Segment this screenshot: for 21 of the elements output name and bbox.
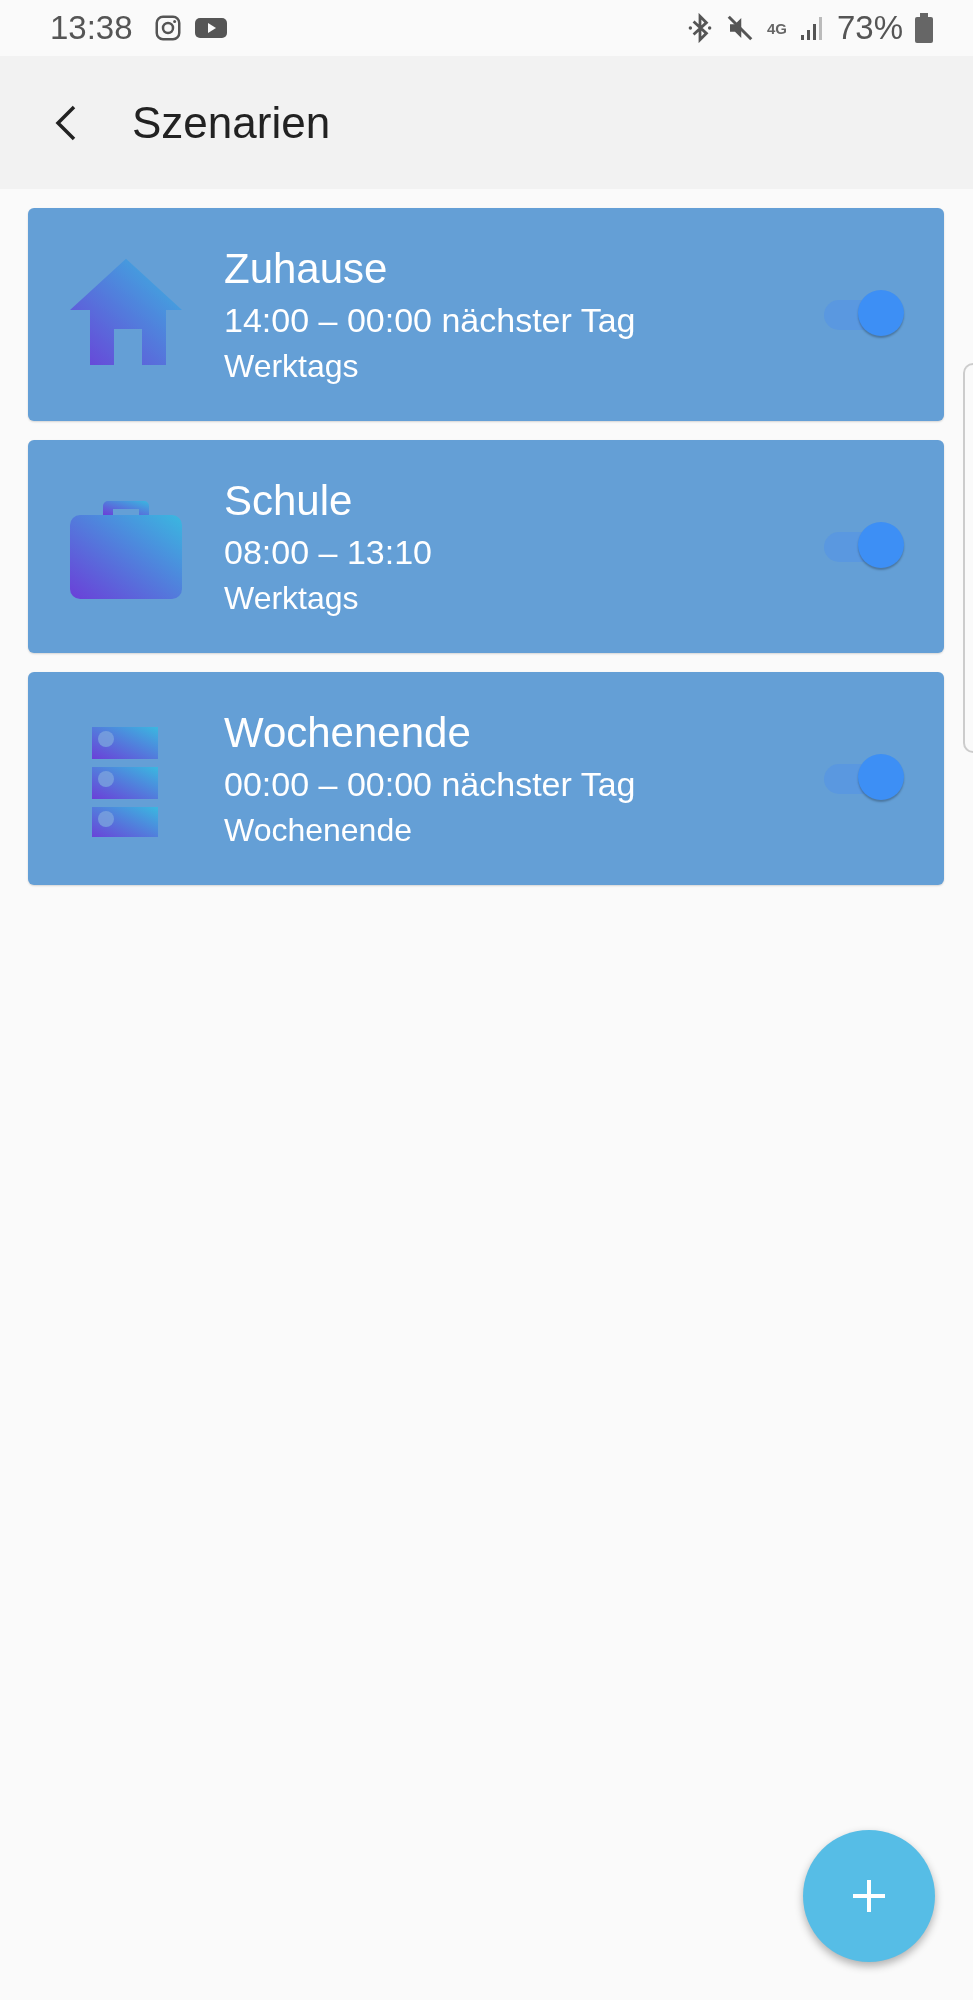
status-time: 13:38 xyxy=(50,9,133,47)
scenario-card[interactable]: Schule 08:00 – 13:10 Werktags xyxy=(28,440,944,653)
time-range: 00:00 – 00:00 nächster Tag xyxy=(224,764,637,804)
scenario-card[interactable]: Wochenende 00:00 – 00:00 nächster Tag Wochenende xyxy=(28,672,944,885)
screen-title: Szenarien xyxy=(132,97,331,148)
scenario-name: Wochenende xyxy=(224,708,472,757)
add-button[interactable] xyxy=(803,1830,935,1962)
bluetooth-icon xyxy=(686,13,713,43)
network-label: 4G xyxy=(766,19,787,37)
play-icon xyxy=(194,16,227,40)
scenario-name: Schule xyxy=(224,476,354,525)
signal-icon xyxy=(798,15,825,41)
time-range: 08:00 – 13:10 xyxy=(224,532,433,572)
days-label: Werktags xyxy=(224,579,360,617)
days-label: Wochenende xyxy=(224,811,413,849)
scenario-name: Zuhause xyxy=(224,244,389,293)
battery-percent: 73% xyxy=(836,9,903,47)
scenario-card[interactable]: Zuhause 14:00 – 00:00 nächster Tag Werktags xyxy=(28,208,944,421)
time-range: 14:00 – 00:00 nächster Tag xyxy=(224,300,637,340)
days-label: Werktags xyxy=(224,347,360,385)
battery-icon xyxy=(915,13,933,43)
